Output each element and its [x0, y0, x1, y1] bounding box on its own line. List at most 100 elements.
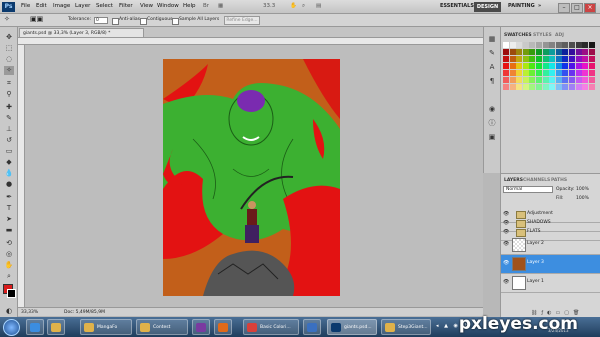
swatch[interactable]: [536, 77, 542, 83]
swatch[interactable]: [575, 56, 582, 62]
swatch[interactable]: [509, 56, 516, 62]
swatch[interactable]: [542, 70, 549, 76]
menu-layer[interactable]: Layer: [75, 3, 90, 9]
contiguous-checkbox[interactable]: [140, 18, 147, 25]
tab-paths[interactable]: PATHS: [551, 178, 567, 183]
swatch[interactable]: [562, 77, 569, 83]
menu-edit[interactable]: Edit: [36, 3, 47, 9]
fill-value[interactable]: 100%: [576, 196, 589, 201]
swatch[interactable]: [529, 70, 536, 76]
menu-file[interactable]: File: [21, 3, 30, 9]
swatch[interactable]: [522, 84, 529, 90]
swatch[interactable]: [536, 63, 542, 69]
swatch[interactable]: [555, 77, 562, 83]
dodge-tool-icon[interactable]: ●: [4, 180, 14, 189]
clone-stamp-icon[interactable]: ⊥: [4, 125, 14, 134]
swatch[interactable]: [555, 63, 562, 69]
swatch[interactable]: [588, 63, 595, 69]
swatch[interactable]: [509, 84, 516, 90]
menu-view[interactable]: View: [140, 3, 153, 9]
swatch[interactable]: [549, 77, 556, 83]
swatch[interactable]: [503, 63, 509, 69]
swatch[interactable]: [522, 77, 529, 83]
visibility-eye-icon[interactable]: 👁: [503, 260, 509, 266]
brush-tool-icon[interactable]: ✎: [4, 114, 14, 123]
magic-wand-icon[interactable]: ✧: [4, 66, 14, 75]
swatch[interactable]: [529, 84, 536, 90]
workspace-design[interactable]: DESIGN: [474, 2, 501, 12]
swatch[interactable]: [542, 77, 549, 83]
opacity-value[interactable]: 100%: [576, 187, 589, 192]
swatch[interactable]: [575, 77, 582, 83]
swatch[interactable]: [582, 63, 589, 69]
tab-layers[interactable]: LAYERS: [504, 178, 523, 183]
swatch[interactable]: [509, 77, 516, 83]
swatch[interactable]: [569, 77, 575, 83]
swatch[interactable]: [516, 84, 523, 90]
marquee-tool-icon[interactable]: ⬚: [4, 44, 14, 53]
swatch[interactable]: [588, 56, 595, 62]
swatch[interactable]: [582, 84, 589, 90]
blur-tool-icon[interactable]: 💧: [4, 169, 14, 178]
sample-all-checkbox[interactable]: [172, 18, 179, 25]
visibility-eye-icon[interactable]: 👁: [503, 279, 509, 285]
tab-styles[interactable]: STYLES: [533, 33, 552, 38]
swatch[interactable]: [529, 42, 536, 48]
swatch[interactable]: [575, 42, 582, 48]
swatch[interactable]: [569, 56, 575, 62]
hand-icon[interactable]: ✋: [290, 3, 297, 9]
hand-tool-icon[interactable]: ✋: [4, 261, 14, 270]
swatch[interactable]: [582, 56, 589, 62]
selection-mode-icon[interactable]: ▣▣: [30, 15, 43, 23]
document-canvas[interactable]: [163, 59, 340, 296]
character-icon[interactable]: A: [487, 63, 497, 72]
start-button[interactable]: [3, 319, 20, 336]
swatch[interactable]: [536, 70, 542, 76]
swatch[interactable]: [522, 49, 529, 55]
eyedropper-tool-icon[interactable]: ⚲: [4, 90, 14, 99]
swatch[interactable]: [509, 63, 516, 69]
swatch[interactable]: [536, 56, 542, 62]
swatch[interactable]: [542, 84, 549, 90]
type-tool-icon[interactable]: T: [4, 204, 14, 213]
swatch[interactable]: [536, 84, 542, 90]
crop-tool-icon[interactable]: ⌗: [4, 79, 14, 88]
visibility-eye-icon[interactable]: 👁: [503, 241, 509, 247]
swatch[interactable]: [516, 77, 523, 83]
swatch[interactable]: [582, 42, 589, 48]
taskbar-folder-icon[interactable]: [47, 319, 65, 335]
swatch[interactable]: [575, 49, 582, 55]
taskbar-app-icon[interactable]: [192, 319, 210, 335]
background-color-swatch[interactable]: [7, 289, 16, 298]
swatch[interactable]: [516, 42, 523, 48]
swatch[interactable]: [575, 70, 582, 76]
swatch[interactable]: [529, 56, 536, 62]
swatch[interactable]: [555, 84, 562, 90]
zoom-tool-icon[interactable]: ⌕: [4, 272, 14, 281]
taskbar-item-photoshop[interactable]: giants.psd...: [327, 319, 377, 335]
swatch[interactable]: [555, 70, 562, 76]
swatch[interactable]: [542, 63, 549, 69]
swatch[interactable]: [569, 63, 575, 69]
menu-window[interactable]: Window: [157, 3, 179, 9]
swatch[interactable]: [509, 70, 516, 76]
workspace-painting[interactable]: PAINTING: [508, 3, 535, 9]
taskbar-item-contest[interactable]: Contest: [136, 319, 188, 335]
layer-row-layer-2[interactable]: 👁 Layer 2: [501, 236, 600, 255]
3d-rotate-icon[interactable]: ⟲: [4, 239, 14, 248]
swatch[interactable]: [562, 70, 569, 76]
anti-alias-checkbox[interactable]: [112, 18, 119, 25]
swatch[interactable]: [555, 56, 562, 62]
swatch[interactable]: [555, 42, 562, 48]
swatch[interactable]: [503, 56, 509, 62]
swatch[interactable]: [569, 70, 575, 76]
document-tab[interactable]: giants.psd @ 33,3% (Layer 3, RGB/8) *: [19, 28, 144, 38]
history-brush-icon[interactable]: ↺: [4, 136, 14, 145]
paragraph-icon[interactable]: ¶: [487, 77, 497, 86]
history-icon[interactable]: ▦: [487, 35, 497, 44]
swatch[interactable]: [549, 56, 556, 62]
magic-wand-tool-icon[interactable]: ✧: [4, 15, 10, 23]
menu-filter[interactable]: Filter: [119, 3, 133, 9]
minimize-icon[interactable]: –: [558, 3, 570, 13]
swatch[interactable]: [516, 56, 523, 62]
